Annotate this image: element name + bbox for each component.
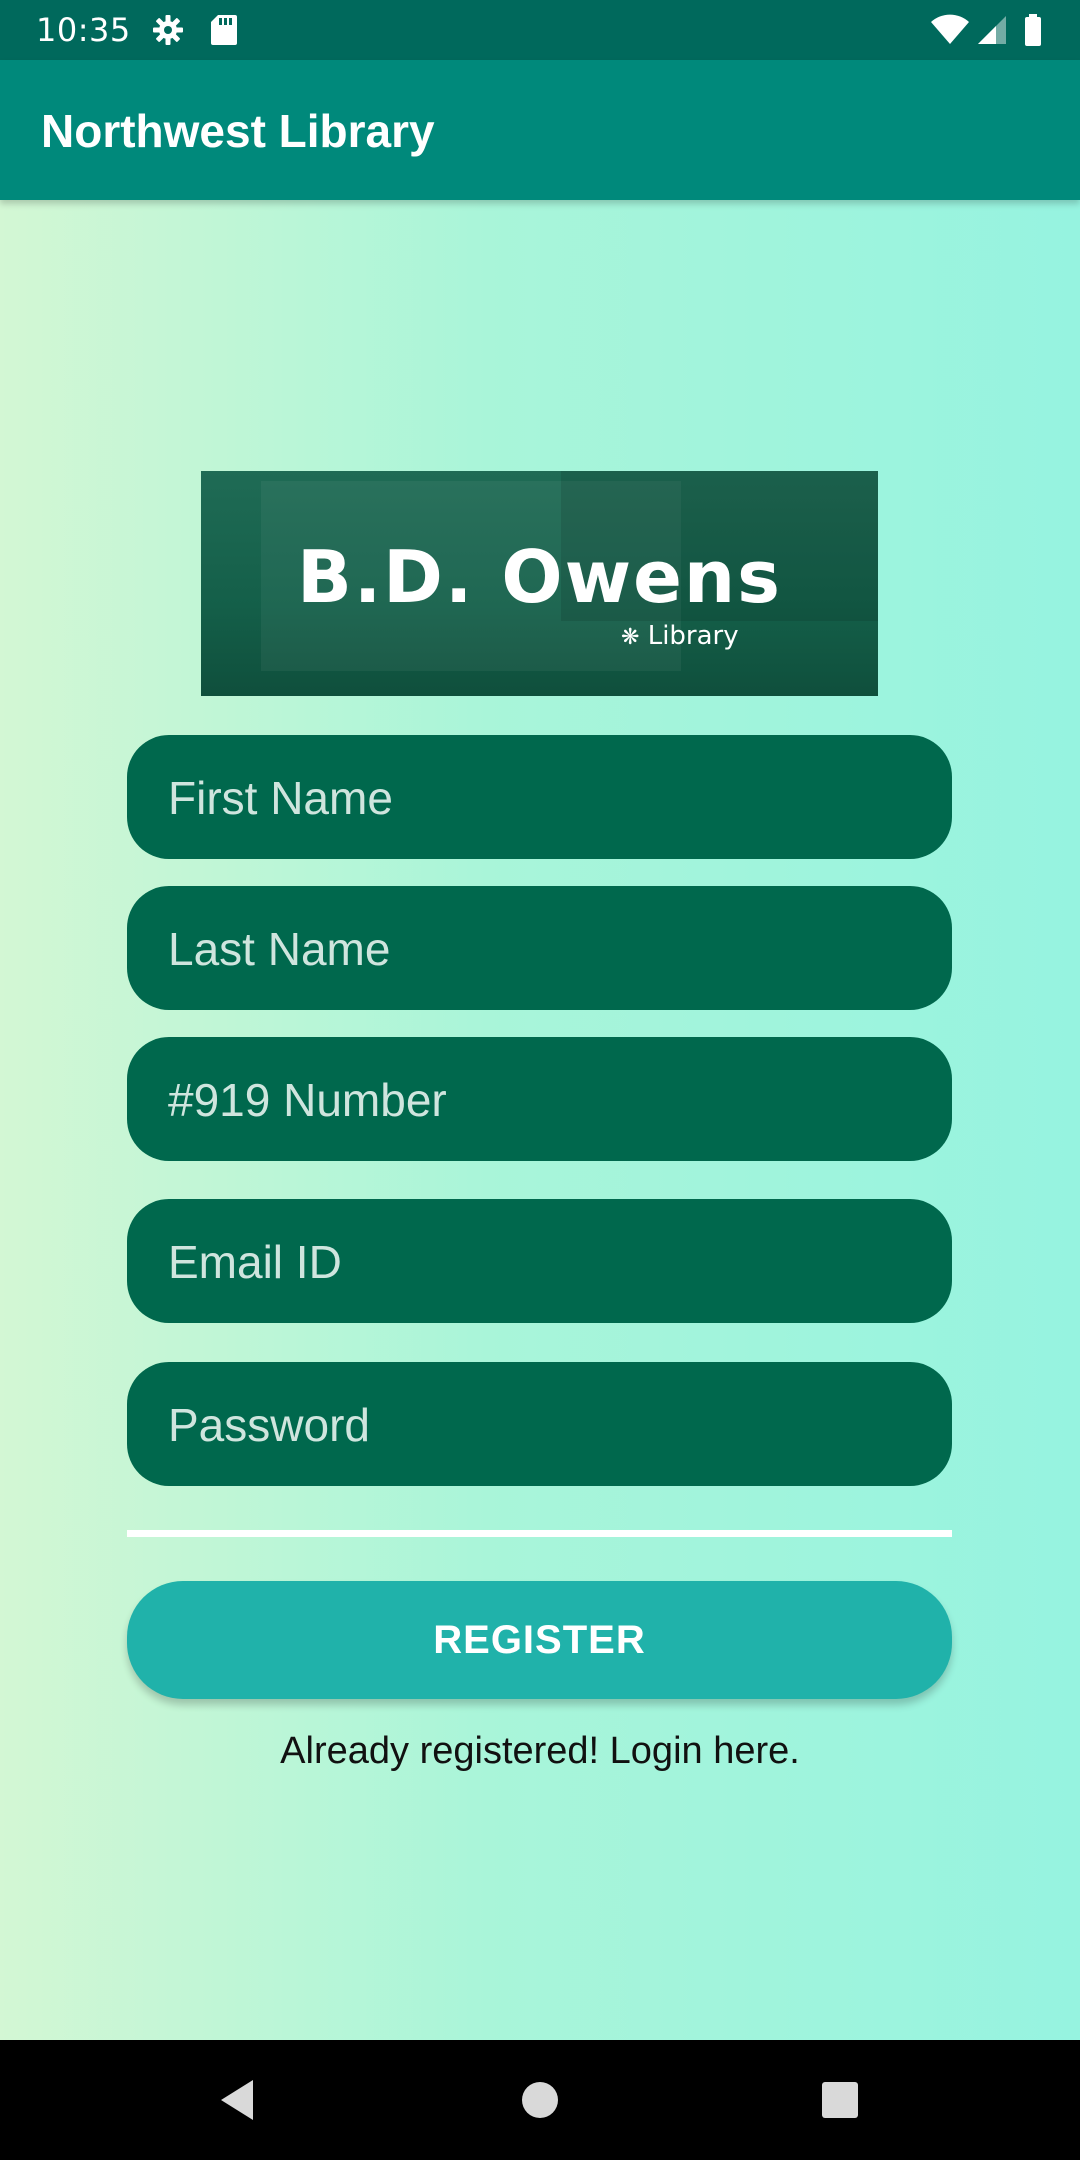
- back-button[interactable]: [177, 2040, 297, 2160]
- last-name-field[interactable]: [127, 886, 956, 1012]
- sd-card-icon: [210, 14, 238, 51]
- home-icon: [522, 2082, 558, 2118]
- app-bar: Northwest Library: [0, 60, 1080, 200]
- app-title: Northwest Library: [41, 105, 435, 157]
- password-field[interactable]: [127, 1362, 956, 1488]
- status-time: 10:35: [36, 11, 131, 49]
- id-number-input[interactable]: [166, 1037, 956, 1163]
- recents-button[interactable]: [780, 2040, 900, 2160]
- first-name-input[interactable]: [166, 735, 956, 861]
- back-icon: [221, 2080, 253, 2120]
- battery-icon: [1024, 14, 1042, 51]
- library-banner-image: B.D. Owens ❋ Library: [201, 471, 878, 696]
- register-button[interactable]: REGISTER: [127, 1581, 952, 1699]
- gear-icon: [152, 14, 184, 51]
- recents-icon: [822, 2082, 858, 2118]
- banner-subtitle-text: Library: [647, 621, 739, 651]
- form-divider: [127, 1530, 952, 1537]
- email-input[interactable]: [166, 1199, 956, 1325]
- email-field[interactable]: [127, 1199, 956, 1325]
- banner-subtitle: ❋ Library: [621, 621, 739, 651]
- first-name-field[interactable]: [127, 735, 956, 861]
- status-bar: 10:35: [0, 0, 1080, 60]
- password-input[interactable]: [166, 1362, 956, 1488]
- banner-title: B.D. Owens: [296, 535, 783, 619]
- wifi-icon: [930, 14, 970, 51]
- library-seal-icon: ❋: [621, 625, 640, 650]
- home-button[interactable]: [480, 2040, 600, 2160]
- login-link[interactable]: Already registered! Login here.: [0, 1730, 1080, 1773]
- signal-icon: [976, 14, 1008, 51]
- last-name-input[interactable]: [166, 886, 956, 1012]
- id-number-field[interactable]: [127, 1037, 956, 1163]
- navigation-bar: [0, 2040, 1080, 2160]
- registration-screen: B.D. Owens ❋ Library REGISTER Already re…: [0, 200, 1080, 2040]
